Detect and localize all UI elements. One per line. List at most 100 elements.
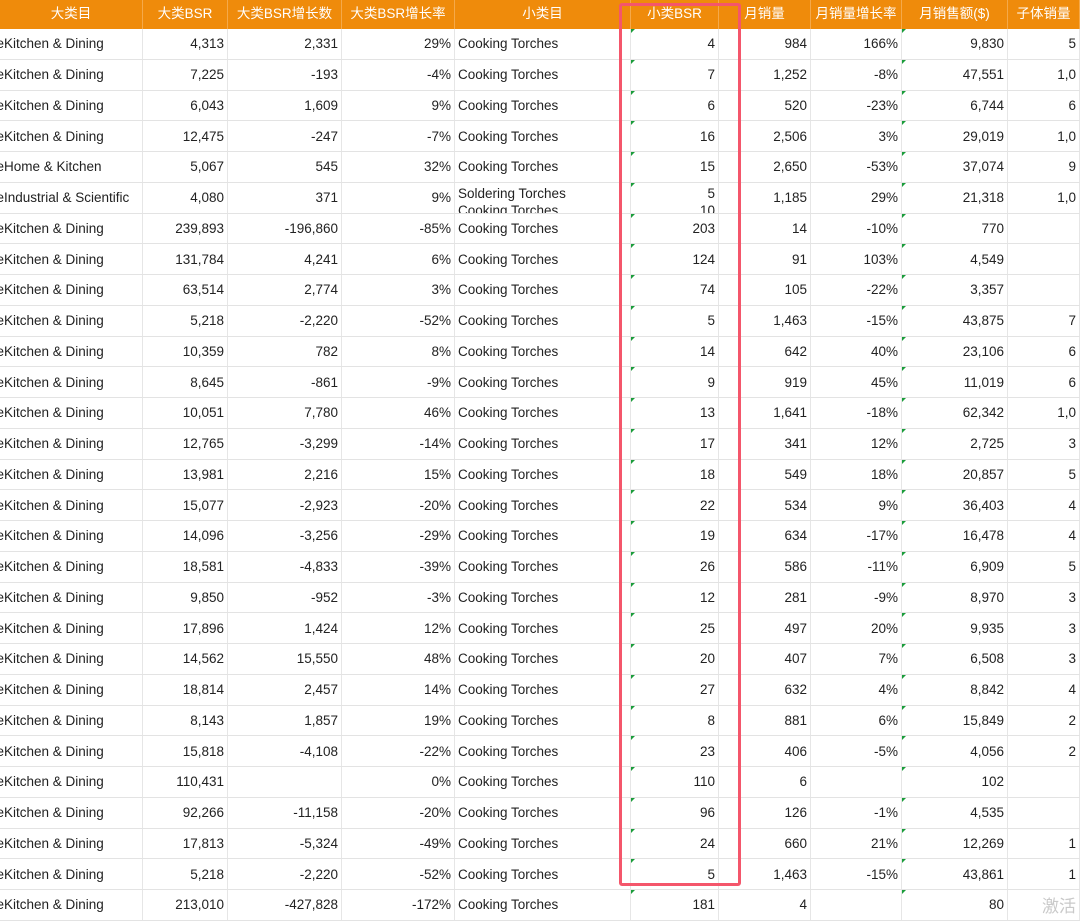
table-cell[interactable]: 6,744 xyxy=(902,90,1008,121)
table-cell[interactable]: 1 xyxy=(1008,828,1080,859)
table-cell[interactable]: 9% xyxy=(342,90,455,121)
table-cell[interactable]: 632 xyxy=(719,674,811,705)
table-cell[interactable]: eKitchen & Dining xyxy=(0,29,143,59)
table-cell[interactable]: 3 xyxy=(1008,613,1080,643)
table-cell[interactable]: eKitchen & Dining xyxy=(0,767,143,797)
table-cell[interactable]: 5 xyxy=(1008,29,1080,59)
table-cell[interactable]: 26 xyxy=(631,551,719,582)
table-cell[interactable]: 131,784 xyxy=(143,244,228,274)
table-cell[interactable]: 881 xyxy=(719,705,811,736)
table-cell[interactable]: eKitchen & Dining xyxy=(0,305,143,336)
table-cell[interactable]: 341 xyxy=(719,428,811,459)
table-cell[interactable]: Cooking Torches xyxy=(455,705,631,736)
table-cell[interactable]: eKitchen & Dining xyxy=(0,705,143,736)
table-cell[interactable]: 2,650 xyxy=(719,152,811,182)
table-cell[interactable]: 770 xyxy=(902,213,1008,244)
table-cell[interactable]: -196,860 xyxy=(228,213,342,244)
header-variant-sales[interactable]: 子体销量 xyxy=(1008,0,1080,29)
table-cell[interactable]: 9% xyxy=(342,182,455,213)
table-cell[interactable]: 14 xyxy=(719,213,811,244)
table-cell[interactable]: eKitchen & Dining xyxy=(0,828,143,859)
table-cell[interactable]: 6 xyxy=(719,767,811,797)
table-cell[interactable]: 9,850 xyxy=(143,582,228,613)
table-cell[interactable]: Cooking Torches xyxy=(455,398,631,428)
header-main-bsr-change[interactable]: 大类BSR增长数 xyxy=(228,0,342,29)
table-cell[interactable]: 2,457 xyxy=(228,674,342,705)
table-cell[interactable]: 3% xyxy=(811,121,902,151)
table-cell[interactable]: 12 xyxy=(631,582,719,613)
table-cell[interactable]: Cooking Torches xyxy=(455,29,631,59)
table-cell[interactable]: 4,313 xyxy=(143,29,228,59)
table-cell[interactable]: 36,403 xyxy=(902,490,1008,520)
table-cell[interactable]: eKitchen & Dining xyxy=(0,644,143,674)
table-cell[interactable]: 782 xyxy=(228,336,342,367)
table-cell[interactable]: 6 xyxy=(1008,90,1080,121)
table-cell[interactable]: 17 xyxy=(631,428,719,459)
table-cell[interactable]: Cooking Torches xyxy=(455,890,631,920)
table-cell[interactable]: 18% xyxy=(811,459,902,490)
header-main-category[interactable]: 大类目 xyxy=(0,0,143,29)
table-cell[interactable]: 12% xyxy=(811,428,902,459)
table-cell[interactable]: eKitchen & Dining xyxy=(0,336,143,367)
table-cell[interactable]: 7,225 xyxy=(143,59,228,90)
table-cell[interactable]: 7% xyxy=(811,644,902,674)
table-cell[interactable]: -85% xyxy=(342,213,455,244)
table-cell[interactable]: 92,266 xyxy=(143,797,228,828)
table-cell[interactable]: 1,463 xyxy=(719,305,811,336)
table-cell[interactable] xyxy=(1008,275,1080,305)
table-cell[interactable]: 7,780 xyxy=(228,398,342,428)
table-cell[interactable]: -9% xyxy=(342,367,455,397)
table-cell[interactable]: 29% xyxy=(342,29,455,59)
table-cell[interactable]: -11,158 xyxy=(228,797,342,828)
table-cell[interactable]: 203 xyxy=(631,213,719,244)
table-cell[interactable]: eKitchen & Dining xyxy=(0,59,143,90)
table-cell[interactable]: 2,725 xyxy=(902,428,1008,459)
table-cell[interactable]: 1,609 xyxy=(228,90,342,121)
table-cell[interactable]: 14,562 xyxy=(143,644,228,674)
table-cell[interactable]: eKitchen & Dining xyxy=(0,90,143,121)
table-cell[interactable]: 1,424 xyxy=(228,613,342,643)
table-cell[interactable]: 1,641 xyxy=(719,398,811,428)
table-cell[interactable]: Cooking Torches xyxy=(455,490,631,520)
table-cell[interactable]: 4,535 xyxy=(902,797,1008,828)
table-cell[interactable]: 3 xyxy=(1008,428,1080,459)
table-cell[interactable]: 12% xyxy=(342,613,455,643)
table-cell[interactable]: 15 xyxy=(631,152,719,182)
table-cell[interactable]: eKitchen & Dining xyxy=(0,613,143,643)
table-cell[interactable]: 4,241 xyxy=(228,244,342,274)
table-cell[interactable]: 4,080 xyxy=(143,182,228,213)
table-cell[interactable]: 8,645 xyxy=(143,367,228,397)
table-cell[interactable]: eKitchen & Dining xyxy=(0,459,143,490)
table-cell[interactable]: 5,218 xyxy=(143,859,228,889)
table-cell[interactable]: 9% xyxy=(811,490,902,520)
table-cell[interactable]: -4,833 xyxy=(228,551,342,582)
table-cell[interactable]: -427,828 xyxy=(228,890,342,920)
table-cell[interactable]: 9,935 xyxy=(902,613,1008,643)
table-cell[interactable]: 74 xyxy=(631,275,719,305)
table-cell[interactable]: 110,431 xyxy=(143,767,228,797)
table-cell[interactable]: 45% xyxy=(811,367,902,397)
table-cell[interactable]: -14% xyxy=(342,428,455,459)
table-cell[interactable]: 14,096 xyxy=(143,521,228,551)
table-cell[interactable]: 6 xyxy=(1008,336,1080,367)
table-cell[interactable]: 40% xyxy=(811,336,902,367)
table-cell[interactable]: 37,074 xyxy=(902,152,1008,182)
table-cell[interactable]: 5,218 xyxy=(143,305,228,336)
table-cell[interactable]: -20% xyxy=(342,490,455,520)
table-cell[interactable]: -1% xyxy=(811,797,902,828)
table-cell[interactable]: 407 xyxy=(719,644,811,674)
table-cell[interactable]: 1,857 xyxy=(228,705,342,736)
table-cell[interactable]: eHome & Kitchen xyxy=(0,152,143,182)
table-cell[interactable]: 213,010 xyxy=(143,890,228,920)
table-cell[interactable]: 48% xyxy=(342,644,455,674)
table-cell[interactable]: Cooking Torches xyxy=(455,367,631,397)
table-cell[interactable]: 18,814 xyxy=(143,674,228,705)
table-cell[interactable]: 181 xyxy=(631,890,719,920)
table-cell[interactable]: 520 xyxy=(719,90,811,121)
table-cell[interactable]: -8% xyxy=(811,59,902,90)
table-cell[interactable] xyxy=(1008,213,1080,244)
table-cell[interactable]: 21,318 xyxy=(902,182,1008,213)
table-cell[interactable]: 5 xyxy=(1008,459,1080,490)
table-cell[interactable]: 25 xyxy=(631,613,719,643)
header-monthly-revenue[interactable]: 月销售额($) xyxy=(902,0,1008,29)
